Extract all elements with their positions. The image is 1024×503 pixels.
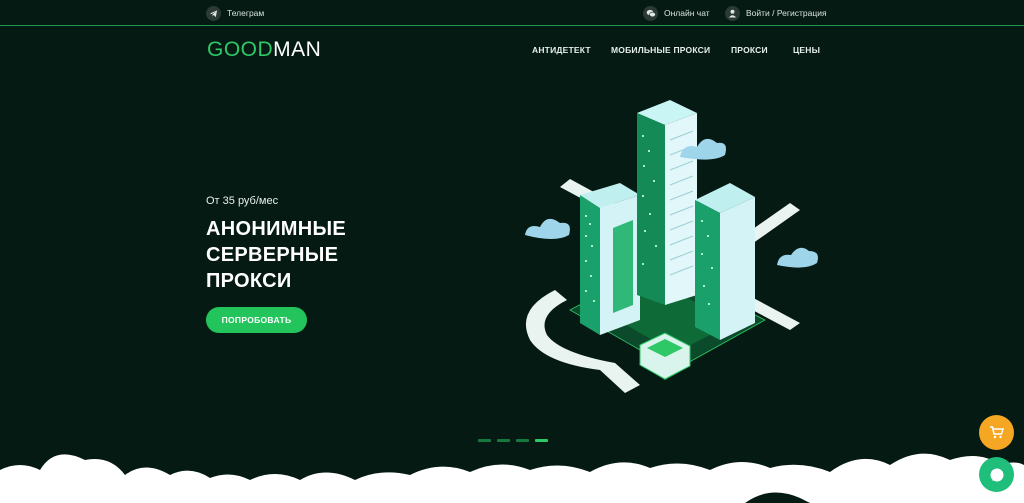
support-chat-button[interactable] <box>979 457 1014 492</box>
login-link[interactable]: Войти / Регистрация <box>725 5 827 21</box>
top-bar: Телеграм Онлайн чат Войти / Регистрация <box>0 0 1024 26</box>
logo-part-man: MAN <box>273 38 322 61</box>
telegram-icon <box>206 5 221 21</box>
user-icon <box>725 5 740 21</box>
hero-title-line-3: ПРОКСИ <box>206 270 292 292</box>
hero-title: АНОНИМНЫЕ СЕРВЕРНЫЕ ПРОКСИ <box>206 216 346 294</box>
city-illustration <box>525 100 818 393</box>
logo[interactable]: GOODMAN <box>207 38 321 62</box>
online-chat-link[interactable]: Онлайн чат <box>643 5 710 21</box>
telegram-link[interactable]: Телеграм <box>206 5 264 21</box>
bottom-clouds <box>0 453 1024 503</box>
nav-item-antidetect[interactable]: АНТИДЕТЕКТ <box>532 45 591 55</box>
try-button[interactable]: ПОПРОБОВАТЬ <box>206 307 307 333</box>
login-label: Войти / Регистрация <box>746 8 827 18</box>
chat-bubble-icon <box>643 5 658 21</box>
online-chat-label: Онлайн чат <box>664 8 710 18</box>
telegram-label: Телеграм <box>227 8 265 18</box>
price-tagline: От 35 руб/мес <box>206 195 279 207</box>
chat-icon <box>990 468 1003 481</box>
hero-title-line-2: СЕРВЕРНЫЕ <box>206 244 339 266</box>
hero-title-line-1: АНОНИМНЫЕ <box>206 218 346 240</box>
cart-button[interactable] <box>979 415 1014 450</box>
nav-item-prices[interactable]: ЦЕНЫ <box>793 45 820 55</box>
nav-item-mobile-proxy[interactable]: МОБИЛЬНЫЕ ПРОКСИ <box>611 45 710 55</box>
cart-icon <box>989 426 1004 439</box>
nav-item-proxy[interactable]: ПРОКСИ <box>731 45 768 55</box>
logo-part-good: GOOD <box>207 38 274 61</box>
